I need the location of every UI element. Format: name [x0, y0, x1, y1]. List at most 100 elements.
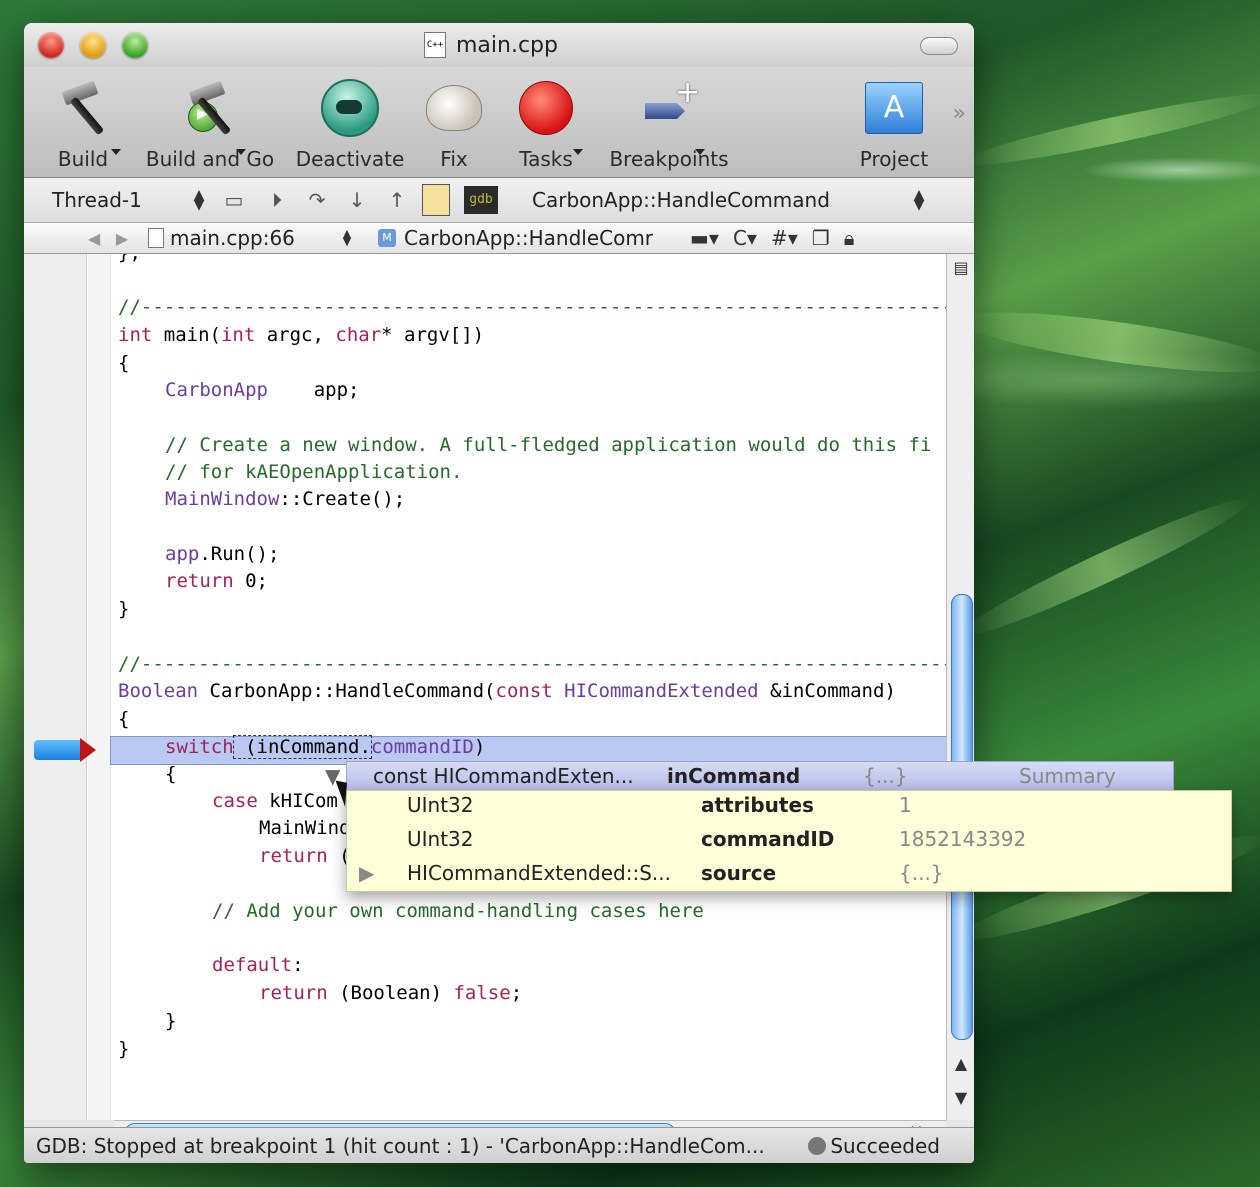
- tasks-menu-arrow[interactable]: [573, 149, 583, 155]
- code-line: //--------------------------------------…: [118, 653, 946, 675]
- function-popup[interactable]: CarbonApp::HandleComr: [404, 226, 670, 250]
- build-and-go-button[interactable]: Build and Go: [140, 73, 280, 171]
- pause-icon[interactable]: ▭: [216, 188, 252, 212]
- window-title-group: C++ main.cpp: [424, 31, 558, 59]
- build-and-go-menu-arrow[interactable]: [236, 149, 246, 155]
- expand-triangle-icon[interactable]: ▶: [359, 861, 374, 885]
- split-view-icon[interactable]: ▤: [947, 258, 974, 277]
- toolbar-overflow-chevron-icon[interactable]: »: [953, 101, 966, 126]
- project-label: Project: [859, 147, 929, 171]
- code-line: }: [165, 1010, 177, 1032]
- code-editor[interactable]: }; //-----------------------------------…: [24, 254, 948, 1120]
- project-icon: A: [865, 82, 923, 134]
- code-line: {: [118, 352, 130, 374]
- code-line: // Create a new window. A full-fledged a…: [165, 434, 932, 456]
- continue-icon[interactable]: ⏵: [262, 188, 292, 212]
- toolbar-toggle-button[interactable]: [920, 37, 958, 55]
- bookmarks-menu-icon[interactable]: ▬▾: [690, 226, 719, 250]
- frame-updown-icon[interactable]: ▲ ▼: [912, 188, 926, 212]
- includes-menu[interactable]: #▾: [771, 226, 798, 250]
- step-out-icon[interactable]: ↑: [382, 188, 412, 212]
- title-bar[interactable]: C++ main.cpp: [24, 23, 974, 67]
- program-counter-icon: [34, 738, 96, 762]
- source-code[interactable]: }; //-----------------------------------…: [118, 254, 946, 1120]
- fix-button[interactable]: Fix: [422, 73, 486, 171]
- editor-window: C++ main.cpp Build Build and Go Deactiva…: [24, 23, 974, 1163]
- status-message: GDB: Stopped at breakpoint 1 (hit count …: [36, 1134, 765, 1158]
- breakpoints-button[interactable]: Breakpoints: [602, 73, 736, 171]
- grass-blade: [953, 486, 1257, 649]
- classes-menu[interactable]: C▾: [733, 226, 757, 250]
- navigation-bar: ◀ ▶ main.cpp:66 ▲ ▼ M CarbonApp::HandleCo…: [24, 223, 974, 254]
- scroll-down-arrow-icon[interactable]: ▼: [947, 1088, 974, 1107]
- code-line: // for kAEOpenApplication.: [165, 461, 463, 483]
- fix-label: Fix: [440, 147, 468, 171]
- classes-menu-label: C: [732, 226, 747, 250]
- code-line: Boolean CarbonApp::HandleCommand(const H…: [118, 680, 896, 702]
- code-line: return (Boolean) false;: [259, 982, 523, 1004]
- forward-arrow-icon[interactable]: ▶: [108, 229, 136, 248]
- folding-ribbon[interactable]: [88, 254, 111, 1120]
- window-title: main.cpp: [456, 32, 558, 58]
- debugger-bar: Thread-1 ▲ ▼ ▭ ⏵ ↷ ↓ ↑ gdb CarbonApp::Han…: [24, 178, 974, 223]
- datatip-header-summary: Summary: [1019, 764, 1116, 788]
- code-line: {: [165, 763, 177, 785]
- cpp-file-icon: C++: [424, 32, 446, 58]
- grass-blade: [957, 300, 1260, 385]
- tasks-button[interactable]: Tasks: [506, 73, 586, 171]
- current-code-line: switch (inCommand.commandID): [165, 735, 486, 759]
- build-button[interactable]: Build: [38, 73, 128, 171]
- counterpart-icon[interactable]: ❐: [812, 226, 830, 250]
- build-status-icon: [808, 1137, 827, 1155]
- code-line: };: [118, 254, 141, 267]
- file-history-popup[interactable]: main.cpp:66: [170, 226, 340, 250]
- file-updown-icon[interactable]: ▲ ▼: [340, 228, 354, 247]
- datatip-row-type: HICommandExtended::S...: [407, 861, 671, 885]
- deactivate-button[interactable]: Deactivate: [292, 73, 408, 171]
- datatip-header[interactable]: ▼ const HICommandExten... inCommand {...…: [325, 761, 1174, 791]
- code-line: CarbonApp app;: [165, 379, 360, 401]
- breakpoints-menu-arrow[interactable]: [695, 149, 705, 155]
- close-button[interactable]: [38, 32, 64, 58]
- toolbar: Build Build and Go Deactivate Fix Tasks …: [24, 67, 974, 178]
- datatip-row-name: commandID: [701, 827, 835, 851]
- datatip-row-type: UInt32: [407, 827, 474, 851]
- add-breakpoint-icon: [641, 75, 700, 131]
- grass-blade: [957, 83, 1260, 176]
- back-arrow-icon[interactable]: ◀: [80, 229, 108, 248]
- deactivate-breakpoints-icon: [321, 79, 379, 137]
- build-result: Succeeded: [808, 1128, 940, 1163]
- thread-updown-icon[interactable]: ▲ ▼: [192, 188, 206, 212]
- code-line: // Add your own command-handling cases h…: [212, 900, 704, 922]
- project-button[interactable]: A Project: [854, 73, 934, 171]
- datatip-row-value[interactable]: 1852143392: [899, 827, 1026, 851]
- scroll-up-arrow-icon[interactable]: ▲: [947, 1054, 974, 1073]
- datatip-row-value[interactable]: {...}: [899, 861, 944, 885]
- datatip-row-value[interactable]: 1: [899, 793, 912, 817]
- minimize-button[interactable]: [80, 32, 106, 58]
- code-line: return (: [259, 845, 351, 867]
- code-line: MainWindow::Create();: [165, 488, 406, 510]
- code-line: case kHICom: [212, 790, 338, 812]
- step-into-icon[interactable]: ↓: [342, 188, 372, 212]
- lock-icon[interactable]: 🔒︎: [844, 226, 855, 250]
- console-gdb-icon[interactable]: gdb: [464, 186, 498, 214]
- status-bar: GDB: Stopped at breakpoint 1 (hit count …: [24, 1127, 974, 1163]
- step-over-icon[interactable]: ↷: [302, 188, 332, 212]
- hammer-icon: [53, 80, 113, 136]
- build-menu-arrow[interactable]: [111, 149, 121, 155]
- code-line: }: [118, 598, 130, 620]
- thread-popup[interactable]: Thread-1: [52, 188, 192, 212]
- breakpoint-gutter[interactable]: [24, 254, 87, 1120]
- stack-frame-popup[interactable]: CarbonApp::HandleCommand: [532, 188, 912, 212]
- code-line: //--------------------------------------…: [118, 296, 946, 318]
- datatip-header-name: inCommand: [667, 764, 801, 788]
- code-line: return 0;: [165, 570, 268, 592]
- vertical-scrollbar[interactable]: ▤ ▲ ▼: [946, 254, 974, 1120]
- code-line: MainWind: [259, 817, 351, 839]
- datatip-row-type: UInt32: [407, 793, 474, 817]
- zoom-button[interactable]: [122, 32, 148, 58]
- code-line: {: [118, 708, 130, 730]
- debugger-window-icon[interactable]: [422, 184, 450, 216]
- datatip-row-name: attributes: [701, 793, 814, 817]
